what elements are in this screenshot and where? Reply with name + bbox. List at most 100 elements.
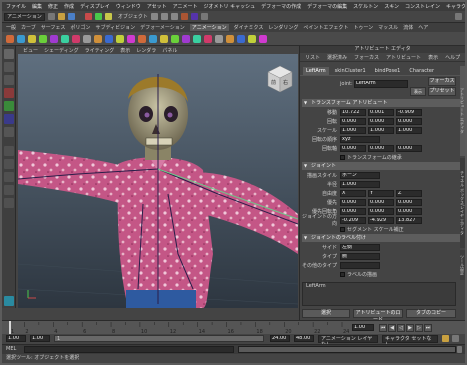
- ae-menu-item-2[interactable]: フォーカス: [354, 54, 379, 61]
- move-tool-icon[interactable]: [4, 88, 14, 98]
- transform_rows-field[interactable]: 0.000: [340, 117, 366, 125]
- snap-grid-icon[interactable]: [150, 13, 158, 20]
- new-scene-icon[interactable]: [47, 13, 55, 20]
- shelf-tab-7[interactable]: ダイナミクス: [234, 24, 264, 31]
- lasso-tool-icon[interactable]: [4, 62, 14, 72]
- shelf-tool-icon-19[interactable]: [215, 34, 223, 43]
- auto-key-icon[interactable]: [442, 335, 449, 342]
- shelf-tool-icon-1[interactable]: [17, 34, 25, 43]
- transform_rows-field[interactable]: -0.909: [396, 108, 422, 116]
- select-tool-icon[interactable]: [4, 49, 14, 59]
- side-tab-tool-settings[interactable]: ツール設定: [460, 250, 465, 280]
- command-input[interactable]: [24, 346, 234, 353]
- label_rows-field[interactable]: 腕: [340, 252, 380, 260]
- label_rows-field[interactable]: [340, 261, 380, 269]
- presets-button[interactable]: プリセット: [428, 87, 456, 96]
- joint_rows-field[interactable]: 0.000: [340, 198, 366, 206]
- load-attributes-button[interactable]: アトリビュートのロード: [353, 309, 403, 323]
- shelf-tab-11[interactable]: マッスル: [378, 24, 398, 31]
- perspective-viewport[interactable]: 前 右: [18, 54, 298, 308]
- render-icon[interactable]: [180, 13, 188, 20]
- menu-item-4[interactable]: ディスプレイ: [80, 3, 110, 10]
- shelf-tab-4[interactable]: サブディビジョン: [95, 24, 135, 31]
- joint_rows-field[interactable]: 0.000: [396, 198, 422, 206]
- joint_rows-field[interactable]: -4.929: [368, 216, 394, 224]
- focus-button[interactable]: フォーカス: [428, 77, 456, 86]
- shelf-tab-1[interactable]: カーブ: [21, 24, 36, 31]
- shelf-tool-icon-22[interactable]: [248, 34, 256, 43]
- joint_rows-field[interactable]: ボーン: [340, 171, 380, 179]
- play-back-icon[interactable]: ◁: [397, 324, 405, 332]
- shelf-tool-icon-3[interactable]: [39, 34, 47, 43]
- menu-item-2[interactable]: 修正: [48, 3, 58, 10]
- side-tab-attribute-editor[interactable]: アトリビュート エディタ: [460, 66, 465, 156]
- shirt-torso[interactable]: [117, 157, 213, 308]
- ae-tab-2[interactable]: bindPose1: [372, 67, 404, 75]
- step-back-icon[interactable]: ◀: [388, 324, 396, 332]
- current-time-marker[interactable]: [9, 321, 11, 335]
- anim-prefs-icon[interactable]: [452, 335, 459, 342]
- playback-end-field[interactable]: 24.00: [270, 335, 290, 342]
- notes-box[interactable]: LeftArm: [302, 282, 456, 306]
- ae-menu-item-1[interactable]: 選択済み: [327, 54, 347, 61]
- shelf-tool-icon-6[interactable]: [72, 34, 80, 43]
- joint_rows-field[interactable]: 0.000: [368, 207, 394, 215]
- transform_rows-field[interactable]: 0.000: [340, 144, 366, 152]
- open-scene-icon[interactable]: [57, 13, 65, 20]
- go-to-end-icon[interactable]: ⏭: [424, 324, 432, 332]
- select-object-icon[interactable]: [94, 13, 102, 20]
- shelf-tool-icon-17[interactable]: [193, 34, 201, 43]
- select-hierarchy-icon[interactable]: [84, 13, 92, 20]
- ae-tab-3[interactable]: Character: [406, 67, 437, 75]
- ae-tab-0[interactable]: LeftArm: [303, 67, 329, 75]
- anim-layer-dropdown[interactable]: アニメーション レイヤなし: [318, 335, 378, 348]
- joint_rows-field[interactable]: X: [340, 189, 366, 197]
- ae-menu-item-0[interactable]: リスト: [305, 54, 320, 61]
- viewport-menu-item-4[interactable]: レンダラ: [136, 47, 156, 54]
- view-cube[interactable]: 前 右: [267, 65, 293, 93]
- playback-start-field[interactable]: 1.00: [30, 335, 50, 342]
- shelf-tab-0[interactable]: 一般: [6, 24, 16, 31]
- shelf-tab-13[interactable]: ヘア: [418, 24, 428, 31]
- transform_rows-field[interactable]: 0.000: [368, 144, 394, 152]
- joint-labelling-section-header[interactable]: ジョイントのラベル付け: [302, 234, 463, 242]
- copy-tab-button[interactable]: タブのコピー: [406, 309, 456, 318]
- joint_rows-field[interactable]: 1.000: [340, 180, 380, 188]
- select-button[interactable]: 選択: [302, 309, 350, 318]
- transform_rows-field[interactable]: 0.000: [396, 144, 422, 152]
- shelf-tool-icon-12[interactable]: [138, 34, 146, 43]
- shelf-tab-8[interactable]: レンダリング: [268, 24, 298, 31]
- transform_rows-field[interactable]: 1.000: [368, 126, 394, 134]
- shelf-tab-6[interactable]: アニメーション: [189, 24, 229, 31]
- shelf-tool-icon-2[interactable]: [28, 34, 36, 43]
- joint_rows-field[interactable]: Y: [368, 189, 394, 197]
- transform_rows-field[interactable]: 1.000: [396, 126, 422, 134]
- side-tab-channel-box[interactable]: チャネル ボックス/レイヤ エディタ: [460, 158, 465, 248]
- shelf-tool-icon-8[interactable]: [94, 34, 102, 43]
- paint-select-icon[interactable]: [4, 75, 14, 85]
- menu-item-12[interactable]: スキン: [384, 3, 399, 10]
- shelf-tool-icon-11[interactable]: [127, 34, 135, 43]
- segment-scale-checkbox[interactable]: [340, 226, 345, 232]
- shelf-tool-icon-23[interactable]: [259, 34, 267, 43]
- shelf-tool-icon-7[interactable]: [83, 34, 91, 43]
- menu-item-7[interactable]: アニメート: [173, 3, 198, 10]
- shelf-tool-icon-15[interactable]: [171, 34, 179, 43]
- single-view-icon[interactable]: [4, 146, 14, 156]
- snap-curve-icon[interactable]: [160, 13, 168, 20]
- select-component-icon[interactable]: [104, 13, 112, 20]
- menu-item-3[interactable]: 作成: [64, 3, 74, 10]
- menu-item-6[interactable]: アセット: [147, 3, 167, 10]
- shelf-tab-9[interactable]: ペイントエフェクト: [303, 24, 348, 31]
- graph-layout-icon[interactable]: [4, 198, 14, 208]
- shelf-tool-icon-4[interactable]: [50, 34, 58, 43]
- left-sleeve[interactable]: [18, 150, 123, 204]
- menu-item-5[interactable]: ウィンドウ: [116, 3, 141, 10]
- shelf-tool-icon-10[interactable]: [116, 34, 124, 43]
- shelf-tool-icon-14[interactable]: [160, 34, 168, 43]
- menu-item-11[interactable]: スケルトン: [353, 3, 378, 10]
- ae-menu-item-3[interactable]: アトリビュート: [386, 54, 421, 61]
- range-slider-bar[interactable]: 1: [54, 335, 264, 342]
- shelf-tool-icon-21[interactable]: [237, 34, 245, 43]
- start-time-field[interactable]: 1.00: [6, 335, 26, 342]
